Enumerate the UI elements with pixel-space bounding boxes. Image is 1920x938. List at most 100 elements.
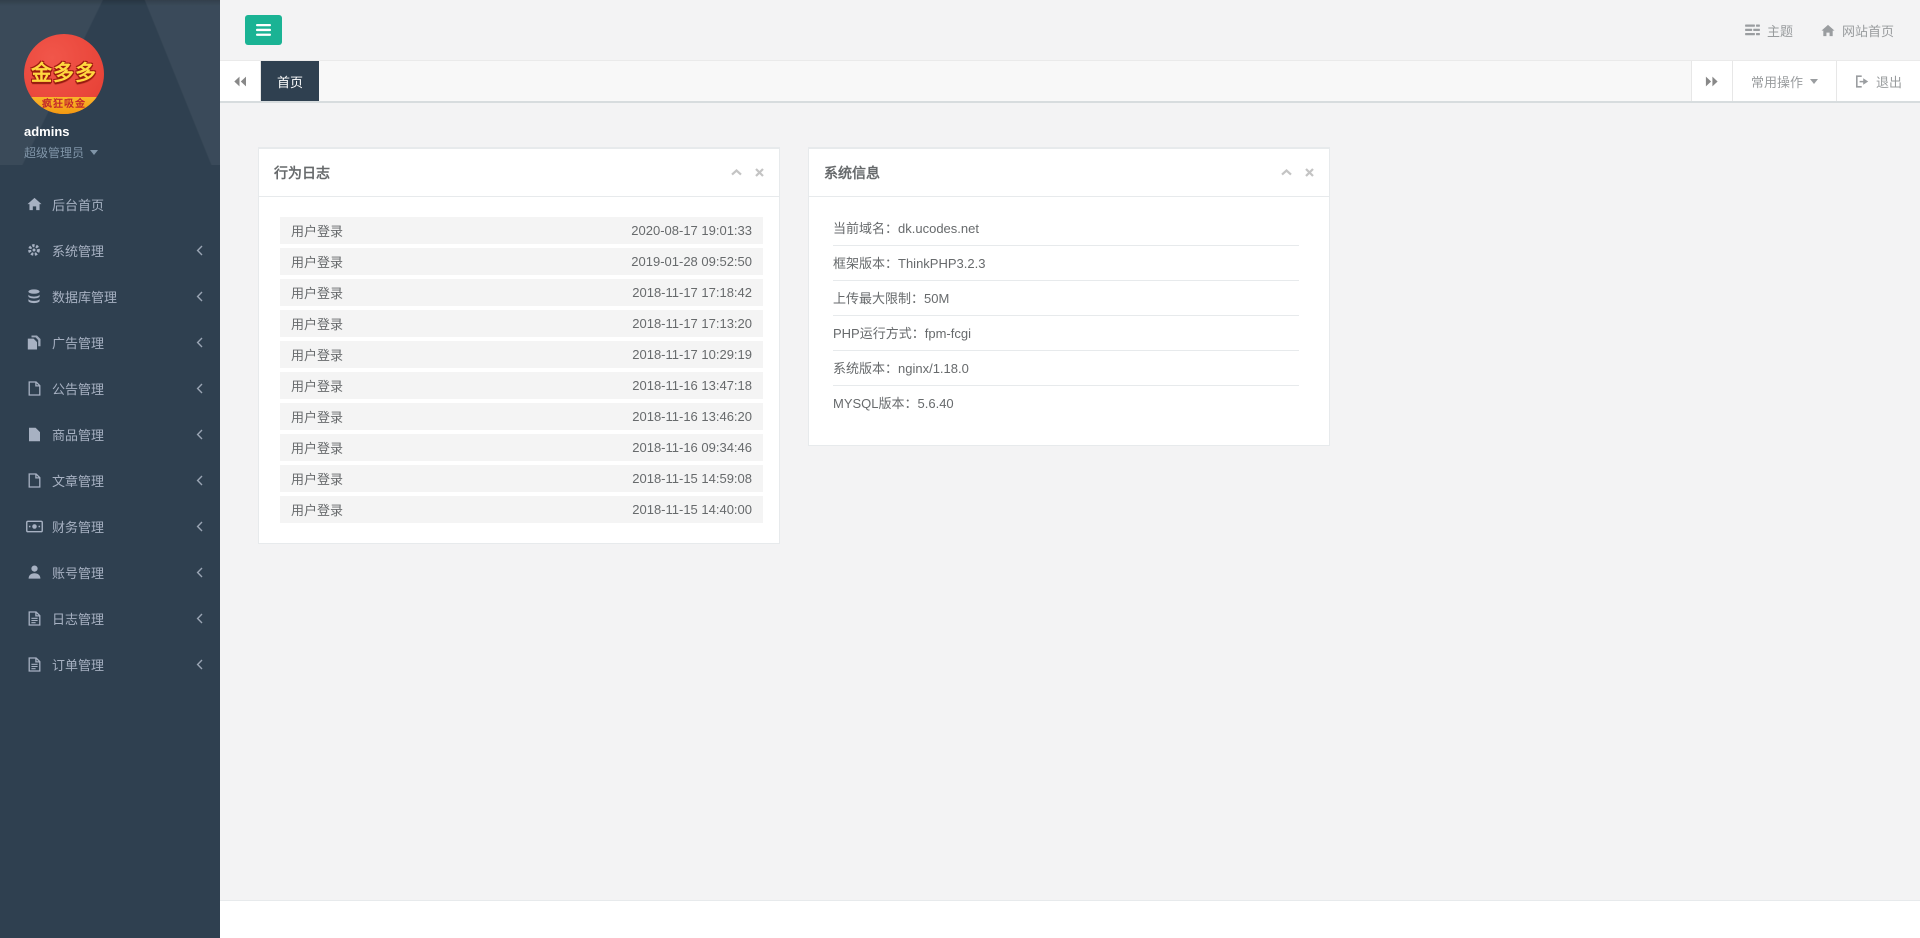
- sidebar-profile-header: 金多多 疯狂吸金 admins 超级管理员: [0, 0, 220, 165]
- theme-link-label: 主题: [1767, 21, 1793, 40]
- sidebar-item-log[interactable]: 日志管理: [0, 595, 220, 641]
- double-chevron-left-icon: [233, 76, 247, 87]
- info-row-label: 当前域名：: [833, 221, 898, 236]
- behavior-log-header: 行为日志: [259, 149, 779, 197]
- profile-role-dropdown[interactable]: 超级管理员: [24, 144, 220, 161]
- chevron-left-icon: [196, 291, 203, 302]
- log-row: 用户登录2018-11-16 13:46:20: [280, 403, 763, 430]
- page-footer: [220, 900, 1920, 938]
- brand-logo-title: 金多多: [24, 57, 104, 87]
- log-row-label: 用户登录: [291, 345, 343, 364]
- profile-role-label: 超级管理员: [24, 144, 84, 161]
- log-row-label: 用户登录: [291, 469, 343, 488]
- log-row: 用户登录2020-08-17 19:01:33: [280, 217, 763, 244]
- tab-home[interactable]: 首页: [261, 61, 319, 101]
- sidebar-item-label: 日志管理: [52, 609, 104, 628]
- caret-down-icon: [1810, 79, 1818, 84]
- info-row-label: MYSQL版本：: [833, 396, 918, 411]
- close-icon[interactable]: [755, 168, 764, 177]
- sidebar-item-finance[interactable]: 财务管理: [0, 503, 220, 549]
- logout-button[interactable]: 退出: [1836, 61, 1920, 101]
- log-row-label: 用户登录: [291, 252, 343, 271]
- log-row-label: 用户登录: [291, 314, 343, 333]
- sidebar-item-label: 广告管理: [52, 333, 104, 352]
- behavior-log-tools: [731, 168, 764, 177]
- info-row-value: dk.ucodes.net: [898, 221, 979, 236]
- info-row-value: nginx/1.18.0: [898, 361, 969, 376]
- sidebar-item-order[interactable]: 订单管理: [0, 641, 220, 687]
- file-outline-icon: [25, 381, 43, 396]
- info-row: 当前域名：dk.ucodes.net: [833, 211, 1299, 246]
- log-row-label: 用户登录: [291, 438, 343, 457]
- log-row: 用户登录 2018-11-17 17:13:20: [280, 310, 763, 337]
- user-icon: [25, 565, 43, 579]
- common-actions-dropdown[interactable]: 常用操作: [1732, 61, 1836, 101]
- file-solid-icon: [25, 427, 43, 442]
- sidebar-item-account[interactable]: 账号管理: [0, 549, 220, 595]
- sidebar-item-ads[interactable]: 广告管理: [0, 319, 220, 365]
- sidebar-item-label: 后台首页: [52, 195, 104, 214]
- home-icon: [25, 197, 43, 211]
- sidebar-item-system[interactable]: 系统管理: [0, 227, 220, 273]
- sidebar-item-article[interactable]: 文章管理: [0, 457, 220, 503]
- system-info-title: 系统信息: [824, 163, 880, 183]
- collapse-chevron-up-icon[interactable]: [1281, 169, 1292, 176]
- log-row-time: 2018-11-15 14:40:00: [632, 502, 752, 517]
- copy-icon: [25, 335, 43, 350]
- tabs-scroll-right-button[interactable]: [1691, 61, 1732, 101]
- collapse-chevron-up-icon[interactable]: [731, 169, 742, 176]
- system-info-body: 当前域名：dk.ucodes.net框架版本：ThinkPHP3.2.3上传最大…: [809, 197, 1329, 445]
- log-row: 用户登录 2018-11-16 13:47:18: [280, 372, 763, 399]
- behavior-log-body: 用户登录2020-08-17 19:01:33用户登录2019-01-28 09…: [259, 197, 779, 543]
- log-row-time: 2018-11-16 13:47:18: [632, 378, 752, 393]
- sidebar-item-notice[interactable]: 公告管理: [0, 365, 220, 411]
- system-info-panel: 系统信息 当前域名：dk.ucodes.net框架版本：ThinkPHP3.2.…: [808, 147, 1330, 446]
- theme-link[interactable]: 主题: [1745, 21, 1793, 40]
- log-row: 用户登录 2018-11-15 14:59:08: [280, 465, 763, 492]
- sidebar-item-goods[interactable]: 商品管理: [0, 411, 220, 457]
- info-row-label: PHP运行方式：: [833, 326, 925, 341]
- info-row-label: 系统版本：: [833, 361, 898, 376]
- sidebar-menu: 后台首页系统管理数据库管理广告管理公告管理商品管理文章管理财务管理账号管理日志管…: [0, 181, 220, 687]
- close-icon[interactable]: [1305, 168, 1314, 177]
- sidebar-toggle-button[interactable]: [245, 15, 282, 45]
- info-row: 系统版本：nginx/1.18.0: [833, 351, 1299, 386]
- content-area: 行为日志 用户登录2020-08-17 19:01:33用户登录2019-01-…: [220, 103, 1920, 900]
- file-text-icon: [25, 657, 43, 672]
- log-row-time: 2019-01-28 09:52:50: [631, 254, 752, 269]
- log-row-label: 用户登录: [291, 376, 343, 395]
- log-row-label: 用户登录: [291, 283, 343, 302]
- file-text-icon: [25, 611, 43, 626]
- info-row: 上传最大限制：50M: [833, 281, 1299, 316]
- site-home-link[interactable]: 网站首页: [1821, 21, 1894, 40]
- chevron-left-icon: [196, 613, 203, 624]
- log-row-time: 2018-11-17 17:13:20: [632, 316, 752, 331]
- log-row-label: 用户登录: [291, 500, 343, 519]
- sidebar-item-dashboard[interactable]: 后台首页: [0, 181, 220, 227]
- tabs-spacer: [319, 61, 1691, 101]
- double-chevron-right-icon: [1705, 76, 1719, 87]
- log-row-time: 2018-11-17 17:18:42: [632, 285, 752, 300]
- log-row: 用户登录 2018-11-15 14:40:00: [280, 496, 763, 523]
- sidebar-item-label: 公告管理: [52, 379, 104, 398]
- tabs-scroll-left-button[interactable]: [220, 61, 261, 101]
- behavior-log-title: 行为日志: [274, 163, 330, 183]
- log-row: 用户登录 2018-11-16 09:34:46: [280, 434, 763, 461]
- sign-out-icon: [1855, 75, 1869, 88]
- chevron-left-icon: [196, 659, 203, 670]
- sidebar-item-database[interactable]: 数据库管理: [0, 273, 220, 319]
- log-row-time: 2018-11-15 14:59:08: [632, 471, 752, 486]
- bars-icon: [256, 24, 271, 36]
- gear-icon: [25, 243, 43, 257]
- chevron-left-icon: [196, 337, 203, 348]
- sidebar-item-label: 订单管理: [52, 655, 104, 674]
- system-info-header: 系统信息: [809, 149, 1329, 197]
- money-icon: [25, 520, 43, 533]
- info-row-value: fpm-fcgi: [925, 326, 971, 341]
- home-icon: [1821, 24, 1835, 37]
- info-row-label: 上传最大限制：: [833, 291, 924, 306]
- chevron-left-icon: [196, 475, 203, 486]
- database-icon: [25, 289, 43, 304]
- log-row-label: 用户登录: [291, 221, 343, 240]
- log-row-time: 2018-11-16 09:34:46: [632, 440, 752, 455]
